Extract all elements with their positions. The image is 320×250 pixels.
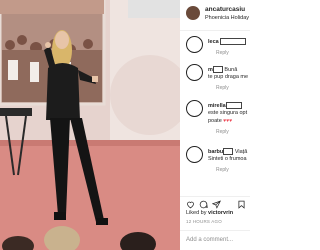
redacted-text (212, 66, 223, 73)
reply-button[interactable]: Reply (216, 50, 229, 56)
likes-summary[interactable]: Liked by victorvrin (186, 210, 233, 216)
post-panel: ancaturcasiu Phoenicia Holiday leca Repl… (180, 0, 250, 250)
comment-text-line: poate (208, 118, 222, 124)
bookmark-icon[interactable] (237, 200, 246, 209)
redacted-text (225, 102, 242, 109)
redacted-text (223, 148, 234, 155)
likes-prefix: Liked by (186, 210, 207, 216)
commenter-avatar[interactable] (186, 36, 203, 53)
comment-text-line: este singura opt (208, 110, 248, 116)
comment-text: Bună (224, 66, 238, 73)
liked-by-user[interactable]: victorvrin (208, 210, 233, 216)
heart-emoji-icon: ♥♥♥ (223, 118, 233, 124)
add-comment-bar: Add a comment... (180, 230, 250, 250)
commenter-avatar[interactable] (186, 146, 203, 163)
commenter-username[interactable]: barbu (208, 149, 223, 155)
post-timestamp: 12 HOURS AGO (186, 219, 222, 224)
commenter-username[interactable]: mirella (208, 103, 226, 109)
share-icon[interactable] (212, 200, 221, 209)
author-avatar[interactable] (186, 6, 200, 20)
redacted-text (220, 38, 247, 45)
post-photo[interactable] (0, 0, 180, 250)
commenter-username[interactable]: leca (208, 39, 219, 45)
post-location[interactable]: Phoenicia Holiday (205, 15, 249, 21)
reply-button[interactable]: Reply (216, 129, 229, 135)
reply-button[interactable]: Reply (216, 167, 229, 173)
author-username[interactable]: ancaturcasiu (205, 6, 245, 13)
add-comment-input[interactable]: Add a comment... (186, 237, 233, 243)
comment-icon[interactable] (199, 200, 208, 209)
comment-text: Viață (234, 148, 248, 155)
reply-button[interactable]: Reply (216, 85, 229, 91)
comment-text-line: Sinteti o frumoa (208, 156, 247, 162)
commenter-avatar[interactable] (186, 64, 203, 81)
post-header: ancaturcasiu Phoenicia Holiday (180, 0, 250, 31)
heart-icon[interactable] (186, 200, 195, 209)
commenter-avatar[interactable] (186, 100, 203, 117)
comment-text-line: te pup draga me (208, 74, 249, 80)
action-bar (180, 196, 250, 211)
